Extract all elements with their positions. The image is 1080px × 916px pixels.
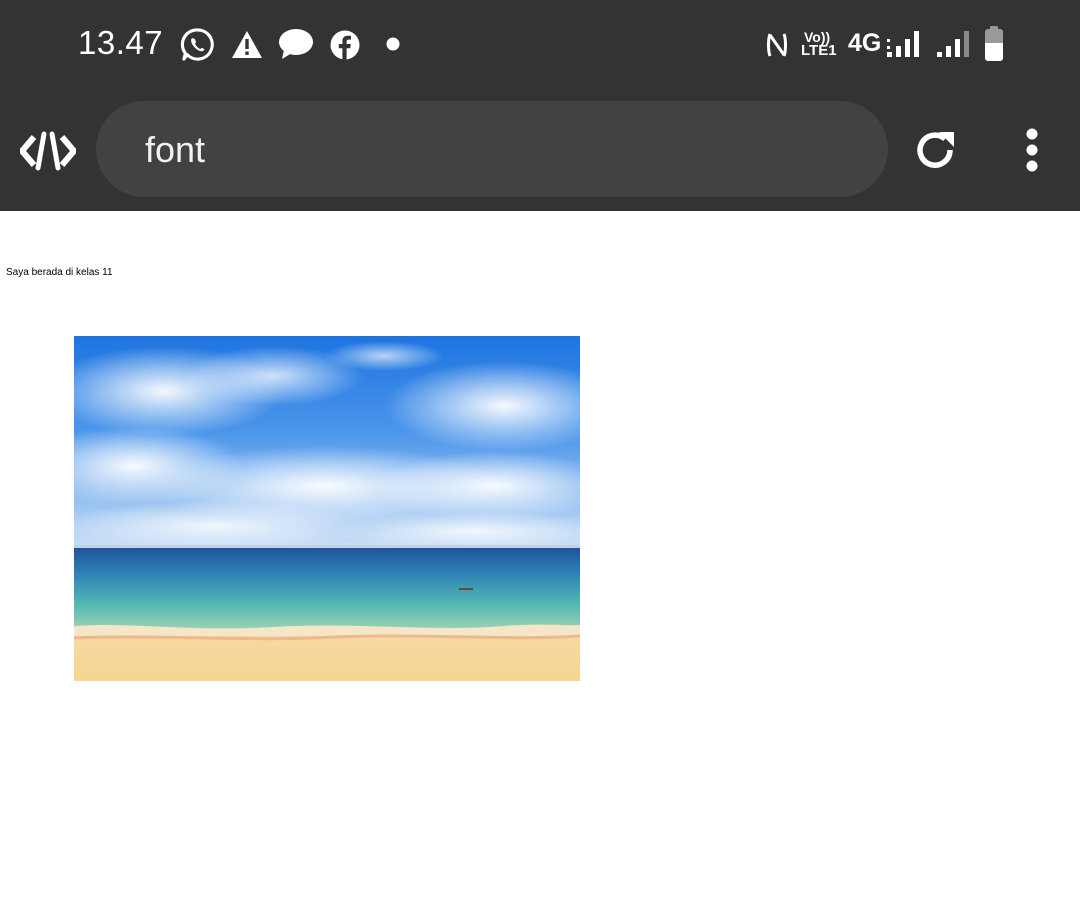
volte-bottom-label: LTE1 [801,42,837,59]
whatsapp-icon [180,28,214,61]
beach-photo [74,336,580,681]
reload-icon[interactable] [914,128,958,172]
code-logo-icon[interactable] [20,131,76,171]
browser-toolbar: font [0,90,1080,211]
status-time: 13.47 [78,24,164,61]
facebook-icon [330,30,360,60]
volte-icon: Vo)) LTE1 [801,30,841,60]
dot-icon [386,37,400,51]
address-text[interactable]: font [145,129,205,171]
network-type-label: 4G [848,29,882,57]
warning-icon [232,31,262,58]
address-bar[interactable]: font [96,101,888,197]
nfc-icon [767,33,787,57]
signal-icon [937,31,969,57]
page-text: Saya berada di kelas 11 [6,267,113,278]
status-bar: 13.47 Vo)) LTE1 4G [0,0,1080,90]
battery-icon [985,26,1003,61]
signal-icon [887,31,919,57]
more-vert-icon[interactable] [1020,128,1044,172]
chat-bubble-icon [279,29,313,59]
